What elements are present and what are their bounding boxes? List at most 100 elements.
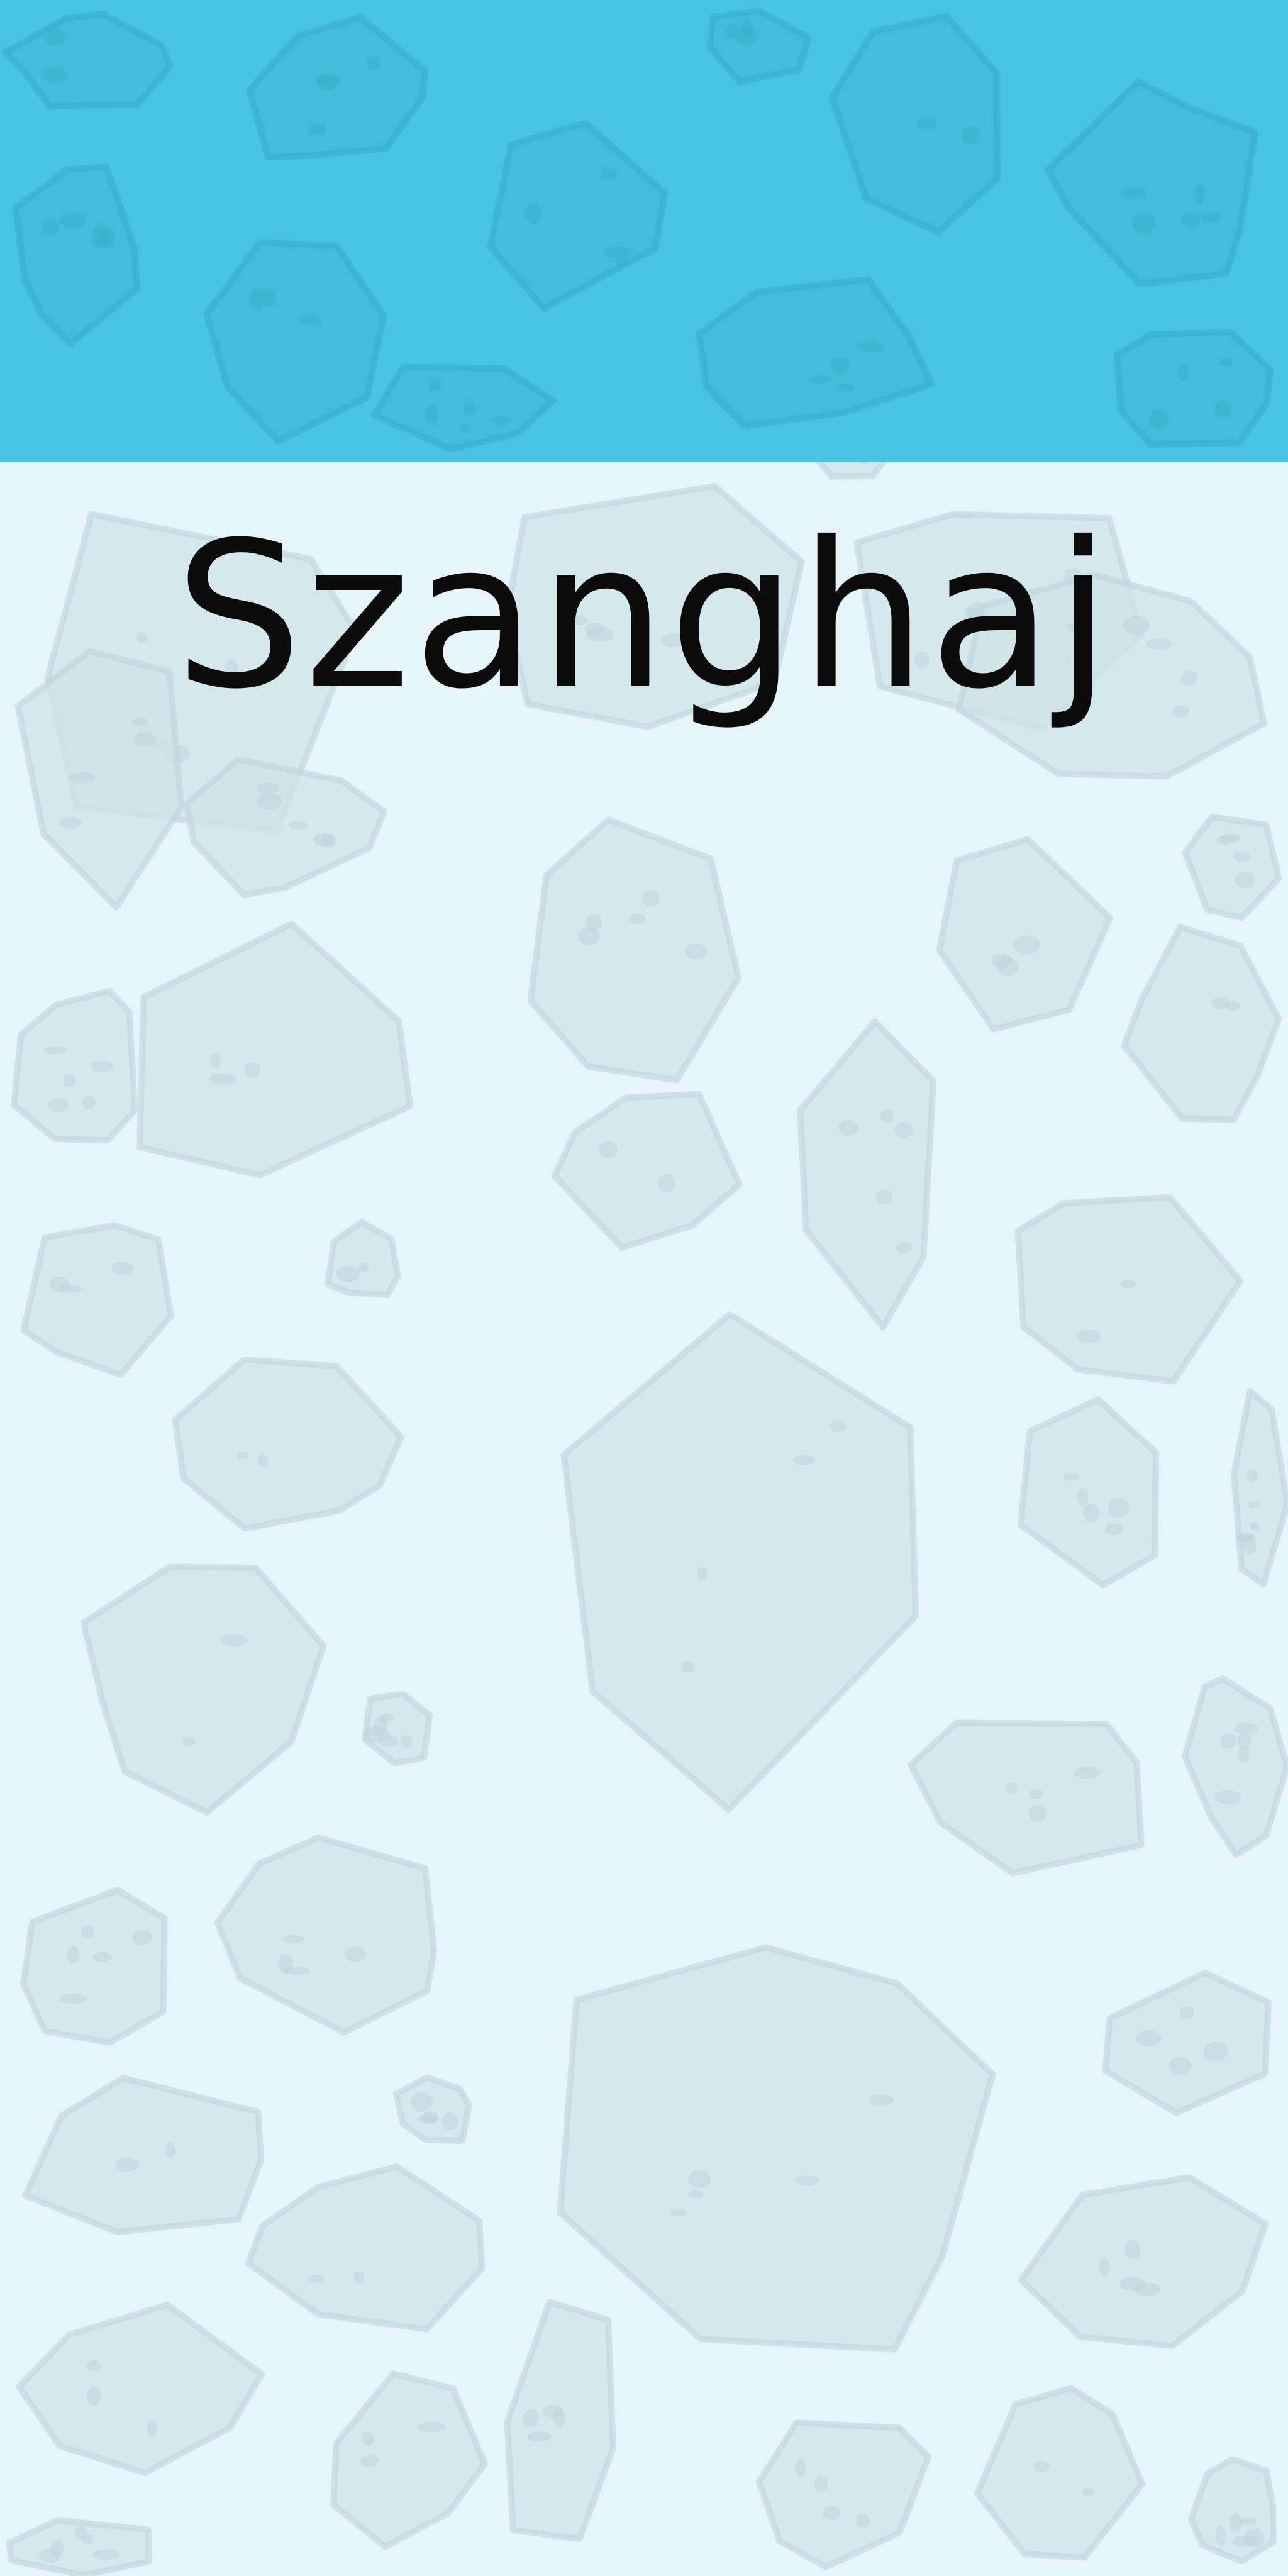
stone-pore [740, 19, 753, 36]
stone-pore [262, 289, 276, 307]
stone-shape [20, 1222, 174, 1378]
stone-shape [13, 164, 141, 347]
stone-pore [1082, 1504, 1100, 1523]
stone-pore [523, 2409, 540, 2427]
stone-pore [856, 2513, 870, 2528]
stone-pore [1169, 2057, 1192, 2075]
stone-pore [1033, 2461, 1050, 2473]
stone-pore [411, 2092, 433, 2112]
stone-shape [696, 276, 935, 430]
stone-pore [1182, 213, 1200, 228]
stone-pore [1014, 935, 1040, 955]
stone-shape [246, 14, 429, 161]
stone-shape [20, 1887, 168, 2046]
stone-pore [1063, 1472, 1080, 1482]
stone-pore [82, 2534, 93, 2545]
stone-pore [1219, 358, 1233, 367]
stone-shape [1014, 1194, 1243, 1385]
stone-pore [86, 2360, 101, 2372]
stone-pore [209, 1053, 221, 1069]
stone-shape [80, 1563, 327, 1816]
stone-pore [464, 401, 475, 416]
stone-pore [806, 375, 831, 384]
stone-pore [1124, 2240, 1141, 2260]
stone-pore [1177, 365, 1189, 382]
stone-pore [894, 1122, 913, 1138]
stone-pore [147, 2419, 157, 2438]
stone-pore [1179, 2006, 1194, 2019]
stone-pore [1121, 1279, 1136, 1289]
stone-pore [491, 416, 511, 425]
stone-pore [1135, 2030, 1162, 2046]
stone-shape [1188, 2456, 1277, 2565]
stone-pore [1241, 1535, 1257, 1555]
stone-pore [237, 1452, 249, 1460]
stone-pore [430, 380, 441, 391]
stone-shape [1044, 78, 1258, 288]
stone-pore [1235, 1723, 1258, 1735]
stone-pore [60, 213, 86, 228]
stone-pore [1203, 2041, 1228, 2062]
stone-pore [697, 1567, 708, 1582]
stone-pore [92, 225, 111, 242]
stone-pore [313, 833, 335, 847]
stone-shape [245, 2163, 486, 2333]
stone-pore [794, 2175, 819, 2186]
stone-pore [1028, 1804, 1047, 1822]
stone-pore [309, 123, 326, 135]
stone-pore [1005, 1782, 1018, 1794]
stone-pore [358, 1262, 369, 1273]
stone-pore [688, 2170, 711, 2188]
stone-shape [706, 8, 812, 86]
stone-shape [908, 1719, 1145, 1877]
stone-pore [460, 424, 471, 433]
stone-pore [1119, 188, 1146, 199]
stone-pore [60, 816, 82, 829]
stone-pore [353, 2271, 365, 2284]
stone-pore [115, 2158, 139, 2172]
stone-pore [1099, 2257, 1110, 2277]
stone-shape [560, 1311, 919, 1813]
stone-pore [165, 2143, 176, 2158]
stone-shape [11, 987, 138, 1144]
stone-pore [67, 1945, 80, 1964]
stone-pore [1108, 1497, 1130, 1518]
stone-pore [680, 1660, 695, 1674]
stone-pore [670, 2208, 688, 2217]
stone-shape [1, 11, 174, 110]
stone-pore [68, 772, 96, 784]
stone-shape [136, 920, 413, 1179]
stone-shape [828, 13, 1001, 236]
stone-pore [880, 1109, 894, 1123]
stone-pore [726, 23, 739, 39]
stone-pore [1075, 1330, 1101, 1343]
stone-pore [630, 913, 647, 925]
stone-pore [1077, 1487, 1089, 1506]
stone-pore [823, 2506, 841, 2521]
stone-shape [551, 1091, 743, 1251]
stone-shape [214, 1834, 438, 2036]
stone-pore [111, 1262, 134, 1275]
stone-shape [392, 2074, 472, 2144]
stone-pore [1133, 2282, 1161, 2296]
header-band [0, 0, 1288, 462]
stone-pore [869, 2094, 894, 2106]
stone-shape [797, 1018, 936, 1331]
stone-pore [1194, 184, 1206, 204]
stone-pore [1131, 213, 1155, 233]
stone-pore [418, 2421, 445, 2433]
stone-pore [1243, 2528, 1265, 2548]
stone-pore [1248, 1500, 1260, 1509]
stone-pore [87, 2386, 101, 2406]
stone-pore [1225, 1001, 1241, 1011]
stone-pore [1216, 836, 1235, 845]
stone-pore [48, 1098, 69, 1113]
stone-pore [604, 246, 631, 258]
stone-pore [857, 341, 884, 353]
stone-pore [1234, 872, 1256, 888]
stone-pore [830, 1419, 847, 1433]
stone-pore [299, 316, 322, 325]
stone-pore [1246, 1469, 1258, 1482]
stone-pore [896, 1241, 912, 1253]
stone-shape [371, 364, 557, 453]
